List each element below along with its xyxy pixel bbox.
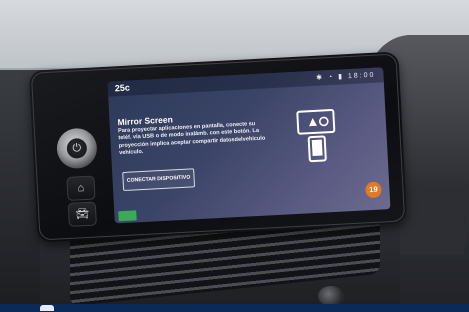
status-time: 18:00 <box>347 71 376 81</box>
head-unit: ⏻ ⌂ 🚘︎ 25c ✱ ◔ ▮ 18:00 Mirror Screen Par… <box>28 51 408 243</box>
notification-badge: 19 <box>365 181 382 199</box>
vent-knob[interactable] <box>318 286 344 306</box>
home-button[interactable]: ⌂ <box>66 175 96 201</box>
status-icons: ✱ ◔ ▮ 18:00 <box>316 71 376 82</box>
bottom-brand-bar <box>0 304 469 312</box>
home-icon: ⌂ <box>77 182 85 195</box>
bluetooth-icon: ✱ <box>315 74 325 82</box>
power-icon: ⏻ <box>66 137 88 159</box>
infotainment-screen[interactable]: 25c ✱ ◔ ▮ 18:00 Mirror Screen Para proye… <box>107 67 391 224</box>
signal-icon: ▮ <box>337 73 345 81</box>
car-icon: 🚘︎ <box>75 207 90 221</box>
car-button[interactable]: 🚘︎ <box>67 201 97 227</box>
mirror-screen-icon <box>296 109 336 163</box>
green-indicator <box>118 210 137 222</box>
brand-mark <box>40 305 54 311</box>
temperature: 25c <box>114 82 131 94</box>
car-interior-photo: ⏻ ⌂ 🚘︎ 25c ✱ ◔ ▮ 18:00 Mirror Screen Par… <box>0 0 469 312</box>
connect-device-button[interactable]: CONECTAR DISPOSITIVO <box>122 168 196 192</box>
wifi-icon: ◔ <box>327 73 335 82</box>
